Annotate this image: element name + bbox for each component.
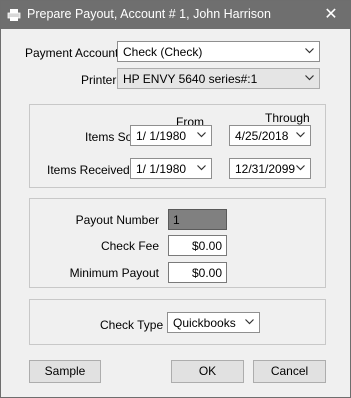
printer-value: HP ENVY 5640 series#:1 [123, 72, 258, 86]
payment-account-dropdown[interactable]: Check (Check) [117, 41, 320, 62]
items-sold-from-value: 1/ 1/1980 [136, 129, 187, 143]
items-received-through-value: 12/31/2099 [235, 162, 296, 176]
payout-number-label: Payout Number [75, 213, 159, 227]
items-received-through-date[interactable]: 12/31/2099 [229, 158, 311, 179]
chevron-down-icon [292, 127, 309, 144]
check-fee-label: Check Fee [100, 239, 159, 253]
minimum-payout-label: Minimum Payout [69, 266, 159, 280]
chevron-down-icon [193, 127, 210, 144]
check-type-label: Check Type [100, 318, 164, 332]
items-sold-through-date[interactable]: 4/25/2018 [229, 125, 311, 146]
through-header: Through [265, 111, 310, 125]
items-received-label: Items Received [47, 163, 130, 177]
chevron-down-icon [241, 314, 258, 331]
cancel-button[interactable]: Cancel [253, 360, 326, 383]
printer-label: Printer [81, 73, 117, 87]
check-type-dropdown[interactable]: Quickbooks [167, 312, 260, 333]
check-fee-field[interactable]: $0.00 [168, 235, 227, 256]
sample-button[interactable]: Sample [29, 360, 101, 383]
items-received-from-value: 1/ 1/1980 [136, 162, 187, 176]
payment-account-value: Check (Check) [123, 45, 203, 59]
payment-account-label: Payment Account: [25, 46, 122, 60]
minimum-payout-field[interactable]: $0.00 [168, 262, 227, 283]
chevron-down-icon [301, 70, 318, 87]
items-sold-from-date[interactable]: 1/ 1/1980 [130, 125, 212, 146]
chevron-down-icon [301, 43, 318, 60]
title-bar[interactable]: Prepare Payout, Account # 1, John Harris… [1, 1, 350, 29]
prepare-payout-dialog: Prepare Payout, Account # 1, John Harris… [0, 0, 351, 398]
items-sold-through-value: 4/25/2018 [235, 129, 289, 143]
close-button[interactable]: ✕ [312, 1, 350, 29]
check-fee-value: $0.00 [191, 239, 222, 253]
minimum-payout-value: $0.00 [191, 266, 222, 280]
chevron-down-icon [193, 160, 210, 177]
printer-dropdown[interactable]: HP ENVY 5640 series#:1 [117, 68, 320, 89]
payout-number-value: 1 [173, 213, 180, 227]
printer-icon [7, 9, 21, 21]
chevron-down-icon [292, 160, 309, 177]
ok-button[interactable]: OK [171, 360, 244, 383]
window-title: Prepare Payout, Account # 1, John Harris… [27, 7, 271, 21]
check-type-value: Quickbooks [173, 316, 236, 330]
payout-number-field[interactable]: 1 [168, 209, 227, 230]
items-received-from-date[interactable]: 1/ 1/1980 [130, 158, 212, 179]
